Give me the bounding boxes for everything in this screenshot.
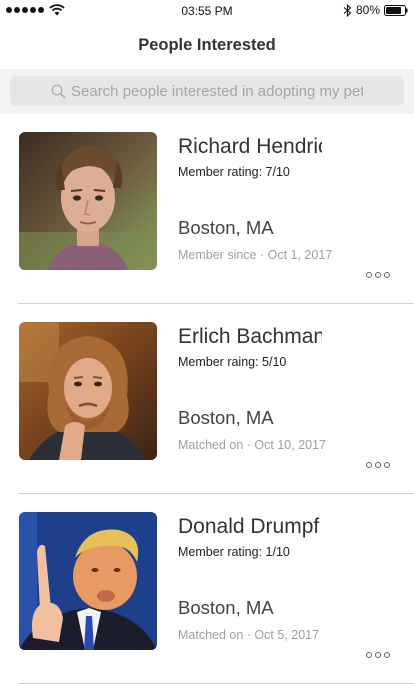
person-card[interactable]: Erlich Bachman Member raing: 5/10 Boston…	[0, 304, 414, 494]
search-input[interactable]	[71, 82, 363, 100]
battery-percent: 80%	[355, 3, 380, 17]
matched-on: Matched on · Oct 10, 2017	[178, 438, 327, 452]
person-name[interactable]: Erlich Bachman	[178, 325, 322, 349]
dot-icon	[384, 462, 390, 468]
dot-icon	[384, 652, 390, 658]
person-card[interactable]: Donald Drumpf Member rating: 1/10 Boston…	[0, 494, 414, 684]
person-name[interactable]: Donald Drumpf	[178, 515, 322, 539]
avatar	[19, 512, 157, 650]
avatar	[19, 322, 157, 460]
member-rating: Member rating: 1/10	[178, 545, 290, 559]
member-rating: Member raing: 5/10	[178, 355, 287, 369]
search-bar	[0, 69, 414, 114]
dot-icon	[366, 652, 372, 658]
dot-icon	[375, 462, 381, 468]
dot-icon	[366, 272, 372, 278]
bluetooth-icon	[343, 3, 352, 17]
more-options-button[interactable]	[366, 460, 390, 470]
page-title: People Interested	[138, 36, 276, 54]
member-since: Member since · Oct 1, 2017	[178, 248, 333, 262]
person-name[interactable]: Richard Hendrick	[178, 135, 322, 159]
dot-icon	[375, 652, 381, 658]
more-options-button[interactable]	[366, 650, 390, 660]
dot-icon	[375, 272, 381, 278]
avatar	[19, 132, 157, 270]
location: Boston, MA	[178, 597, 274, 618]
dot-icon	[366, 462, 372, 468]
dot-icon	[384, 272, 390, 278]
location: Boston, MA	[178, 217, 274, 238]
member-rating: Member rating: 7/10	[178, 165, 290, 179]
search-box[interactable]	[10, 76, 404, 106]
matched-on: Matched on · Oct 5, 2017	[178, 628, 320, 642]
search-icon	[51, 84, 66, 98]
status-right: 80%	[343, 3, 408, 17]
more-options-button[interactable]	[366, 270, 390, 280]
person-card[interactable]: Richard Hendrick Member rating: 7/10 Bos…	[0, 114, 414, 304]
battery-icon	[384, 4, 408, 16]
location: Boston, MA	[178, 407, 274, 428]
status-bar: 03:55 PM 80%	[0, 0, 414, 22]
